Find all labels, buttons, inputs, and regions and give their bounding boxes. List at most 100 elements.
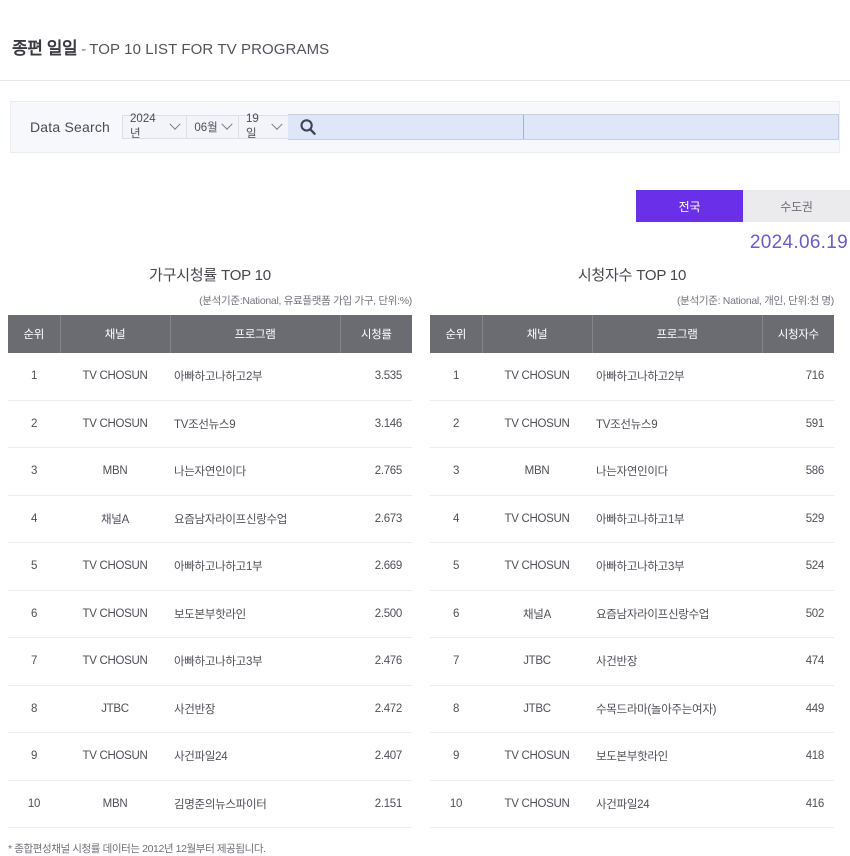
- cell-value: 2.407: [340, 732, 412, 781]
- cell-channel: TV CHOSUN: [482, 495, 592, 543]
- title-separator: -: [81, 41, 87, 58]
- cell-value: 418: [762, 732, 834, 781]
- cell-rank: 4: [8, 495, 60, 543]
- cell-value: 449: [762, 685, 834, 733]
- date-selectors: 2024년 06월 19일: [122, 113, 289, 140]
- day-select[interactable]: 19일: [238, 113, 289, 140]
- table-row[interactable]: 4 채널A 요즘남자라이프신랑수업 2.673: [8, 495, 412, 543]
- search-input-area[interactable]: [288, 114, 839, 140]
- cell-channel: TV CHOSUN: [60, 732, 170, 781]
- cell-channel: TV CHOSUN: [60, 542, 170, 591]
- page-subtitle: TOP 10 LIST FOR TV PROGRAMS: [89, 41, 330, 58]
- cell-program: TV조선뉴스9: [592, 400, 762, 448]
- cell-rank: 3: [8, 447, 60, 496]
- cell-channel: TV CHOSUN: [482, 542, 592, 591]
- cell-channel: TV CHOSUN: [482, 780, 592, 828]
- year-select-value: 2024년: [130, 113, 156, 140]
- cell-channel: TV CHOSUN: [60, 637, 170, 686]
- column-header-value: 시청률: [340, 315, 412, 353]
- cell-value: 416: [762, 780, 834, 828]
- month-select[interactable]: 06월: [186, 115, 239, 139]
- rank-table: 순위 채널 프로그램 시청자수 1 TV CHOSUN 아빠하고나하고2부 716 2…: [430, 315, 834, 828]
- column-header-rank: 순위: [430, 315, 483, 353]
- table-row[interactable]: 10 TV CHOSUN 사건파일24 416: [430, 780, 834, 828]
- cell-rank: 10: [8, 780, 60, 828]
- chevron-down-icon: [221, 118, 233, 130]
- table-row[interactable]: 3 MBN 나는자연인이다 2.765: [8, 447, 412, 496]
- board-household-rating: 가구시청률 TOP 10 (분석기준:National, 유료플랫폼 가입 가구…: [8, 264, 412, 856]
- year-select[interactable]: 2024년: [122, 113, 187, 140]
- table-row[interactable]: 5 TV CHOSUN 아빠하고나하고3부 524: [430, 542, 834, 591]
- table-row[interactable]: 2 TV CHOSUN TV조선뉴스9 591: [430, 400, 834, 448]
- search-button[interactable]: [288, 118, 328, 136]
- table-row[interactable]: 4 TV CHOSUN 아빠하고나하고1부 529: [430, 495, 834, 543]
- cell-channel: 채널A: [60, 495, 170, 543]
- cell-program: 사건파일24: [170, 732, 340, 781]
- page-header: 종편 일일 - TOP 10 LIST FOR TV PROGRAMS: [0, 0, 850, 58]
- table-header-row: 순위 채널 프로그램 시청자수: [430, 315, 834, 353]
- table-header-row: 순위 채널 프로그램 시청률: [8, 315, 412, 353]
- cell-channel: TV CHOSUN: [482, 353, 592, 401]
- tab-metropolitan[interactable]: 수도권: [743, 190, 850, 222]
- board-subtitle: (분석기준: National, 개인, 단위:천 명): [676, 295, 834, 307]
- cell-channel: TV CHOSUN: [482, 732, 592, 781]
- month-select-value: 06월: [194, 122, 218, 134]
- table-row[interactable]: 7 JTBC 사건반장 474: [430, 637, 834, 686]
- table-row[interactable]: 6 TV CHOSUN 보도본부핫라인 2.500: [8, 590, 412, 638]
- table-row[interactable]: 1 TV CHOSUN 아빠하고나하고2부 716: [430, 353, 834, 401]
- cell-program: 보도본부핫라인: [592, 732, 762, 781]
- cell-rank: 7: [8, 637, 60, 686]
- cell-value: 2.673: [340, 495, 412, 543]
- search-field-divider: [523, 115, 525, 139]
- cell-value: 474: [762, 637, 834, 686]
- column-header-program: 프로그램: [592, 315, 763, 353]
- table-row[interactable]: 6 채널A 요즘남자라이프신랑수업 502: [430, 590, 834, 638]
- cell-channel: TV CHOSUN: [60, 400, 170, 448]
- chevron-down-icon: [271, 118, 283, 130]
- table-row[interactable]: 8 JTBC 사건반장 2.472: [8, 685, 412, 733]
- board-subtitle: (분석기준:National, 유료플랫폼 가입 가구, 단위:%): [199, 295, 412, 307]
- cell-value: 2.476: [340, 637, 412, 686]
- cell-program: 수목드라마(놀아주는여자): [592, 685, 762, 733]
- search-icon: [300, 119, 316, 135]
- cell-rank: 5: [430, 542, 482, 591]
- cell-rank: 2: [8, 400, 60, 448]
- cell-rank: 8: [8, 685, 60, 733]
- cell-rank: 4: [430, 495, 482, 543]
- cell-rank: 6: [430, 590, 482, 638]
- cell-value: 3.535: [340, 353, 412, 401]
- table-row[interactable]: 5 TV CHOSUN 아빠하고나하고1부 2.669: [8, 542, 412, 591]
- table-row[interactable]: 7 TV CHOSUN 아빠하고나하고3부 2.476: [8, 637, 412, 686]
- cell-value: 716: [762, 353, 834, 401]
- rank-boards: 가구시청률 TOP 10 (분석기준:National, 유료플랫폼 가입 가구…: [0, 264, 850, 856]
- column-header-value: 시청자수: [762, 315, 834, 353]
- column-header-program: 프로그램: [170, 315, 341, 353]
- tab-nationwide[interactable]: 전국: [636, 190, 743, 222]
- table-row[interactable]: 1 TV CHOSUN 아빠하고나하고2부 3.535: [8, 353, 412, 401]
- cell-rank: 5: [8, 542, 60, 591]
- cell-program: 사건반장: [592, 637, 762, 686]
- table-row[interactable]: 9 TV CHOSUN 사건파일24 2.407: [8, 732, 412, 781]
- cell-program: 아빠하고나하고3부: [592, 542, 762, 591]
- cell-program: 아빠하고나하고2부: [170, 353, 340, 401]
- cell-value: 586: [762, 447, 834, 496]
- data-search-panel: Data Search 2024년 06월 19일: [10, 101, 840, 153]
- table-row[interactable]: 9 TV CHOSUN 보도본부핫라인 418: [430, 732, 834, 781]
- table-row[interactable]: 2 TV CHOSUN TV조선뉴스9 3.146: [8, 400, 412, 448]
- table-row[interactable]: 10 MBN 김명준의뉴스파이터 2.151: [8, 780, 412, 828]
- cell-channel: TV CHOSUN: [60, 353, 170, 401]
- table-row[interactable]: 8 JTBC 수목드라마(놀아주는여자) 449: [430, 685, 834, 733]
- day-select-value: 19일: [246, 113, 259, 140]
- cell-rank: 9: [8, 732, 60, 781]
- region-tabs: 전국 수도권: [636, 190, 850, 222]
- cell-program: 요즘남자라이프신랑수업: [592, 590, 762, 638]
- cell-program: TV조선뉴스9: [170, 400, 340, 448]
- cell-channel: 채널A: [482, 590, 592, 638]
- cell-program: 보도본부핫라인: [170, 590, 340, 638]
- table-row[interactable]: 3 MBN 나는자연인이다 586: [430, 447, 834, 496]
- cell-value: 591: [762, 400, 834, 448]
- cell-rank: 7: [430, 637, 482, 686]
- cell-program: 요즘남자라이프신랑수업: [170, 495, 340, 543]
- chevron-down-icon: [169, 118, 181, 130]
- cell-rank: 10: [430, 780, 482, 828]
